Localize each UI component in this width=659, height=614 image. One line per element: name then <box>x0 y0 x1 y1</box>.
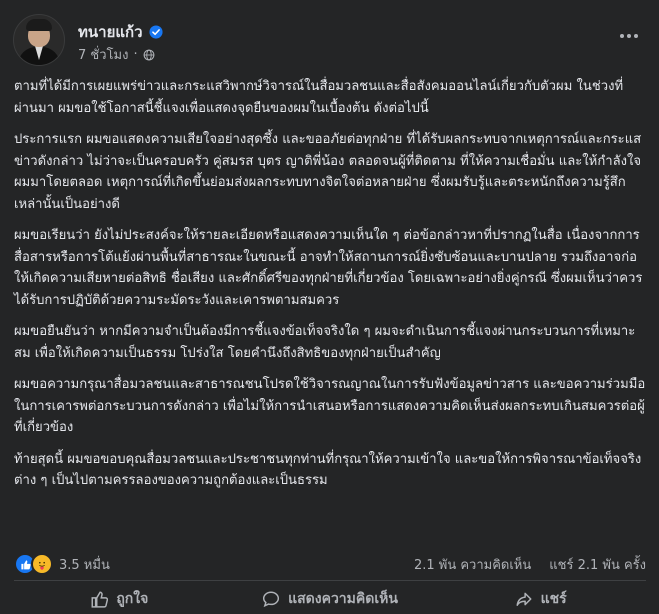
post-paragraph: ผมขอความกรุณาสื่อมวลชนและสาธารณชนโปรดใช้… <box>14 377 646 435</box>
share-count[interactable]: แชร์ 2.1 พัน ครั้ง <box>549 554 646 575</box>
avatar[interactable] <box>13 14 65 66</box>
facebook-post: ทนายแก้ว 7 ชั่วโมง · ตามที่ได้มีการเผยแพ… <box>0 0 659 608</box>
comment-icon <box>263 591 280 608</box>
globe-icon <box>143 49 154 60</box>
post-header: ทนายแก้ว 7 ชั่วโมง · <box>13 14 649 70</box>
comment-label: แสดงความคิดเห็น <box>288 591 398 607</box>
post-paragraph: ประการแรก ผมขอแสดงความเสียใจอย่างสุดซึ้ง… <box>14 132 642 212</box>
thumbs-up-icon <box>91 591 109 608</box>
comment-button[interactable]: แสดงความคิดเห็น <box>225 584 436 614</box>
post-meta: 7 ชั่วโมง · <box>78 44 155 65</box>
share-label: แชร์ <box>540 591 567 607</box>
care-reaction-icon <box>31 553 53 575</box>
share-icon <box>516 592 532 606</box>
post-body: ตามที่ได้มีการเผยแพร่ข่าวและกระแสวิพากษ์… <box>14 76 646 502</box>
like-label: ถูกใจ <box>116 591 149 607</box>
meta-separator: · <box>133 47 138 62</box>
author-row: ทนายแก้ว <box>78 20 163 44</box>
share-button[interactable]: แชร์ <box>435 584 646 614</box>
more-options-icon[interactable] <box>615 26 643 46</box>
like-button[interactable]: ถูกใจ <box>14 584 225 614</box>
divider <box>14 580 646 581</box>
post-paragraph: ท้ายสุดนี้ ผมขอขอบคุณสื่อมวลชนและประชาชน… <box>14 451 642 489</box>
reaction-summary[interactable]: 3.5 หมื่น <box>14 553 110 575</box>
post-timestamp[interactable]: 7 ชั่วโมง <box>78 44 128 65</box>
comment-count[interactable]: 2.1 พัน ความคิดเห็น <box>414 554 531 575</box>
post-paragraph: ผมขอยืนยันว่า หากมีความจำเป็นต้องมีการชี… <box>14 324 636 361</box>
post-stats: 3.5 หมื่น 2.1 พัน ความคิดเห็น แชร์ 2.1 พ… <box>14 553 646 575</box>
post-paragraph: ตามที่ได้มีการเผยแพร่ข่าวและกระแสวิพากษ์… <box>14 79 624 116</box>
author-name[interactable]: ทนายแก้ว <box>78 20 143 44</box>
reaction-count: 3.5 หมื่น <box>59 557 110 573</box>
verified-badge-icon <box>148 25 163 39</box>
post-paragraph: ผมขอเรียนว่า ยังไม่ประสงค์จะให้รายละเอีย… <box>14 228 643 308</box>
post-actions: ถูกใจ แสดงความคิดเห็น แชร์ <box>14 584 646 614</box>
